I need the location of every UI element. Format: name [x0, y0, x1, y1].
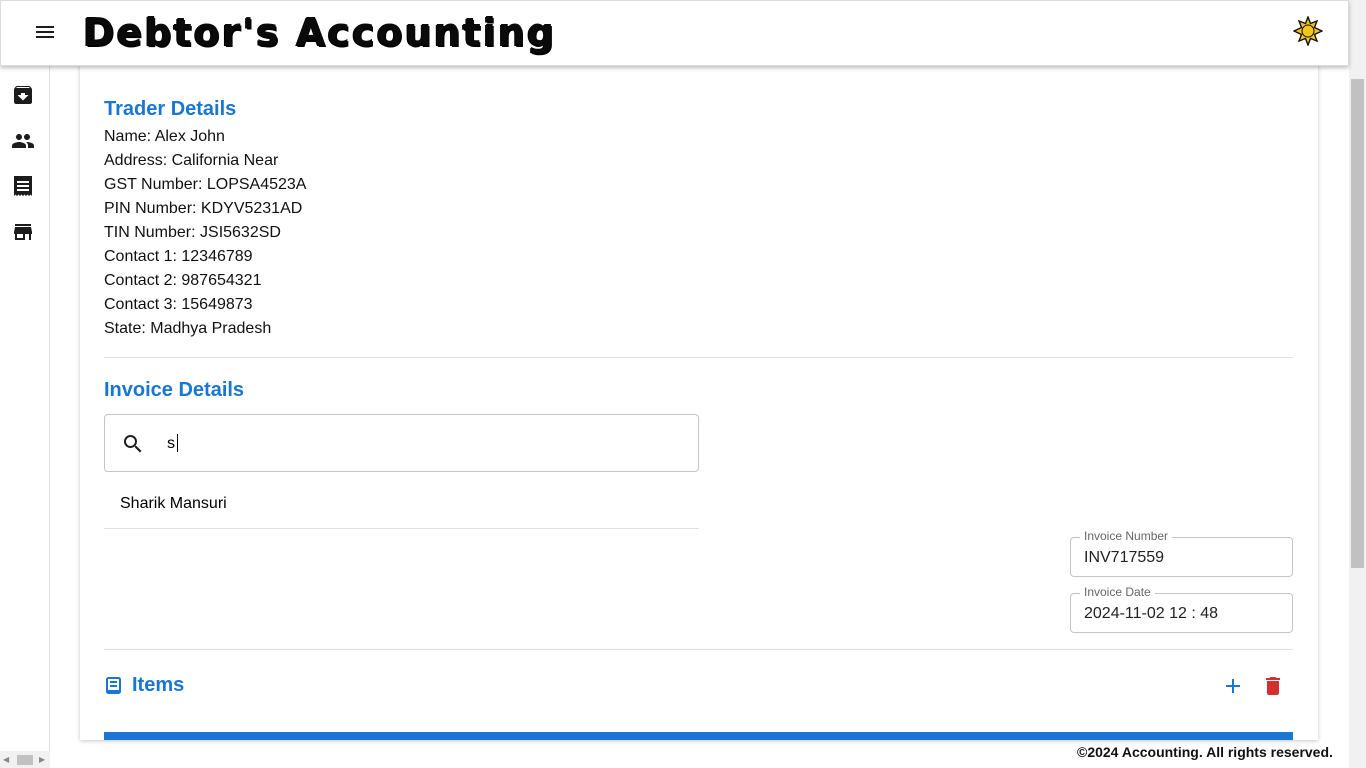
trader-address: Address: California Near: [104, 152, 279, 169]
invoice-details-heading: Invoice Details: [104, 379, 245, 401]
suggestion-label: Sharik Mansuri: [120, 495, 227, 512]
trader-gst: GST Number: LOPSA4523A: [104, 176, 307, 193]
sidebar: [0, 66, 50, 768]
customer-search-box[interactable]: [104, 414, 699, 472]
people-icon[interactable]: [11, 129, 35, 153]
items-table-header: [104, 732, 1293, 740]
app-bar: Debtor's Accounting: [0, 0, 1349, 66]
trash-icon: [1266, 677, 1280, 695]
search-icon: [121, 432, 145, 456]
invoice-date-field[interactable]: Invoice Date 2024-11-02 12 : 48: [1070, 585, 1293, 633]
horizontal-scrollbar[interactable]: ◀ ▶: [0, 751, 50, 768]
app-title: Debtor's Accounting: [83, 10, 557, 54]
delete-item-button[interactable]: [1261, 674, 1285, 698]
divider: [104, 649, 1293, 650]
divider: [104, 357, 1293, 358]
scrollbar-thumb[interactable]: [17, 755, 33, 765]
trader-state: State: Madhya Pradesh: [104, 320, 272, 337]
items-heading: Items: [132, 674, 185, 696]
customer-search-input[interactable]: [167, 433, 667, 455]
add-item-button[interactable]: [1221, 674, 1245, 698]
footer-copyright: ©2024 Accounting. All rights reserved.: [1077, 744, 1333, 760]
plus-icon: [1226, 679, 1240, 693]
trader-name: Name: Alex John: [104, 128, 225, 145]
trader-contact-3: Contact 3: 15649873: [104, 296, 253, 313]
store-icon[interactable]: [11, 220, 35, 244]
trader-details-heading: Trader Details: [104, 98, 237, 120]
trader-card: Trader Details Name: Alex John Address: …: [80, 40, 1318, 740]
invoice-number-value[interactable]: INV717559: [1084, 549, 1164, 567]
invoice-date-value[interactable]: 2024-11-02 12 : 48: [1084, 605, 1218, 623]
receipt-icon[interactable]: [11, 174, 35, 198]
invoice-date-label: Invoice Date: [1080, 585, 1155, 599]
scroll-right-icon[interactable]: ▶: [39, 755, 45, 764]
sun-icon[interactable]: [1292, 15, 1324, 47]
invoice-number-label: Invoice Number: [1080, 529, 1173, 543]
text-caret: [177, 434, 178, 452]
archive-icon[interactable]: [11, 83, 35, 107]
trader-tin: TIN Number: JSI5632SD: [104, 224, 281, 241]
suggestion-item[interactable]: Sharik Mansuri: [104, 484, 699, 529]
scrollbar-thumb[interactable]: [1351, 79, 1364, 568]
scroll-left-icon[interactable]: ◀: [3, 755, 9, 764]
invoice-number-field[interactable]: Invoice Number INV717559: [1070, 529, 1293, 577]
trader-contact-2: Contact 2: 987654321: [104, 272, 262, 289]
book-icon: [104, 676, 124, 696]
trader-pin: PIN Number: KDYV5231AD: [104, 200, 303, 217]
trader-contact-1: Contact 1: 12346789: [104, 248, 253, 265]
menu-icon[interactable]: [34, 23, 56, 45]
vertical-scrollbar[interactable]: [1349, 0, 1366, 768]
